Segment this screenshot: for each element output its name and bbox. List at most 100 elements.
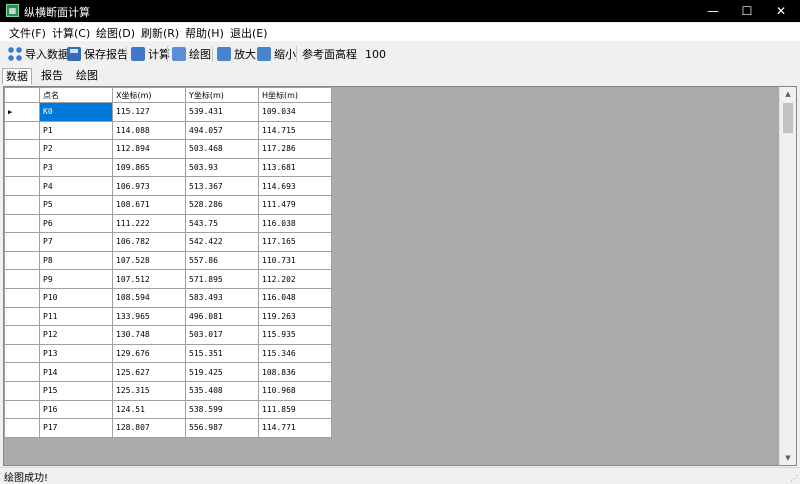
cell-point-name[interactable]: P5 [39, 194, 113, 215]
menu-compute[interactable]: 计算(C) [52, 25, 90, 41]
tab-data[interactable]: 数据 [2, 68, 32, 84]
cell-y[interactable]: 496.081 [185, 306, 259, 327]
column-header-h[interactable]: H坐标(m) [258, 87, 332, 103]
cell-point-name[interactable]: P9 [39, 269, 113, 289]
row-header[interactable]: ▶ [4, 102, 40, 122]
import-data-button[interactable]: 导入数据 [8, 44, 69, 64]
cell-y[interactable]: 503.93 [185, 157, 259, 178]
resize-grip-icon[interactable]: ⋰ [790, 474, 798, 483]
cell-y[interactable]: 542.422 [185, 232, 259, 252]
cell-h[interactable]: 114.715 [258, 120, 332, 141]
table-row[interactable]: P10 108.594 583.493 116.048 [4, 287, 332, 308]
cell-point-name[interactable]: P16 [39, 399, 113, 420]
row-header[interactable] [4, 343, 40, 364]
menu-refresh[interactable]: 刷新(R) [141, 25, 179, 41]
cell-point-name[interactable]: P14 [39, 362, 113, 382]
scrollbar-thumb[interactable] [783, 103, 793, 133]
cell-h[interactable]: 110.968 [258, 380, 332, 401]
row-header[interactable] [4, 157, 40, 178]
cell-y[interactable]: 583.493 [185, 287, 259, 308]
table-row[interactable]: P2 112.894 503.468 117.286 [4, 139, 332, 159]
cell-x[interactable]: 130.748 [112, 325, 186, 345]
row-header[interactable] [4, 194, 40, 215]
data-grid[interactable]: 点名 X坐标(m) Y坐标(m) H坐标(m) ▶ K0 115.127 539.43… [3, 86, 797, 466]
table-row[interactable]: P8 107.528 557.86 110.731 [4, 250, 332, 271]
table-row[interactable]: P4 106.973 513.367 114.693 [4, 176, 332, 196]
column-header-point-name[interactable]: 点名 [39, 87, 113, 103]
cell-h[interactable]: 116.048 [258, 287, 332, 308]
table-row[interactable]: P11 133.965 496.081 119.263 [4, 306, 332, 327]
cell-h[interactable]: 116.038 [258, 213, 332, 234]
cell-point-name[interactable]: P15 [39, 380, 113, 401]
row-header[interactable] [4, 362, 40, 382]
cell-h[interactable]: 112.202 [258, 269, 332, 289]
cell-x[interactable]: 111.222 [112, 213, 186, 234]
close-button[interactable]: ✕ [758, 0, 800, 22]
cell-x[interactable]: 107.512 [112, 269, 186, 289]
cell-point-name[interactable]: P6 [39, 213, 113, 234]
cell-h[interactable]: 110.731 [258, 250, 332, 271]
cell-point-name[interactable]: P4 [39, 176, 113, 196]
cell-y[interactable]: 513.367 [185, 176, 259, 196]
table-row[interactable]: P5 108.671 528.286 111.479 [4, 194, 332, 215]
zoom-in-button[interactable]: 放大 [217, 44, 256, 64]
cell-y[interactable]: 494.057 [185, 120, 259, 141]
row-header[interactable] [4, 269, 40, 289]
vertical-scrollbar[interactable]: ▲ ▼ [779, 87, 796, 465]
cell-y[interactable]: 503.017 [185, 325, 259, 345]
tab-drawing[interactable]: 绘图 [73, 68, 101, 83]
row-header[interactable] [4, 380, 40, 401]
column-header-x[interactable]: X坐标(m) [112, 87, 186, 103]
cell-h[interactable]: 117.165 [258, 232, 332, 252]
cell-x[interactable]: 106.973 [112, 176, 186, 196]
cell-y[interactable]: 528.286 [185, 194, 259, 215]
cell-point-name[interactable]: P13 [39, 343, 113, 364]
cell-x[interactable]: 106.782 [112, 232, 186, 252]
cell-y[interactable]: 539.431 [185, 102, 259, 122]
cell-y[interactable]: 543.75 [185, 213, 259, 234]
cell-x[interactable]: 109.865 [112, 157, 186, 178]
menu-help[interactable]: 帮助(H) [185, 25, 224, 41]
cell-h[interactable]: 111.859 [258, 399, 332, 420]
table-row[interactable]: P12 130.748 503.017 115.935 [4, 325, 332, 345]
table-row[interactable]: P7 106.782 542.422 117.165 [4, 232, 332, 252]
table-row[interactable]: P14 125.627 519.425 108.836 [4, 362, 332, 382]
cell-y[interactable]: 535.408 [185, 380, 259, 401]
cell-h[interactable]: 119.263 [258, 306, 332, 327]
row-header[interactable] [4, 176, 40, 196]
cell-point-name[interactable]: P7 [39, 232, 113, 252]
cell-h[interactable]: 111.479 [258, 194, 332, 215]
cell-h[interactable]: 114.693 [258, 176, 332, 196]
column-header-y[interactable]: Y坐标(m) [185, 87, 259, 103]
row-header[interactable] [4, 250, 40, 271]
cell-h[interactable]: 114.771 [258, 418, 332, 438]
cell-x[interactable]: 125.315 [112, 380, 186, 401]
row-header[interactable] [4, 232, 40, 252]
cell-h[interactable]: 108.836 [258, 362, 332, 382]
menu-exit[interactable]: 退出(E) [230, 25, 268, 41]
table-row[interactable]: P9 107.512 571.895 112.202 [4, 269, 332, 289]
draw-button[interactable]: 绘图 [172, 44, 211, 64]
cell-x[interactable]: 124.51 [112, 399, 186, 420]
cell-h[interactable]: 115.346 [258, 343, 332, 364]
save-report-button[interactable]: 保存报告 [67, 44, 128, 64]
cell-point-name[interactable]: P12 [39, 325, 113, 345]
cell-h[interactable]: 117.286 [258, 139, 332, 159]
menu-file[interactable]: 文件(F) [9, 25, 46, 41]
cell-x[interactable]: 108.594 [112, 287, 186, 308]
cell-point-name[interactable]: P17 [39, 418, 113, 438]
cell-point-name[interactable]: P11 [39, 306, 113, 327]
cell-x[interactable]: 112.894 [112, 139, 186, 159]
cell-x[interactable]: 129.676 [112, 343, 186, 364]
scroll-down-arrow-icon[interactable]: ▼ [780, 451, 796, 465]
calculate-button[interactable]: 计算 [131, 44, 170, 64]
cell-y[interactable]: 538.599 [185, 399, 259, 420]
zoom-out-button[interactable]: 缩小 [257, 44, 296, 64]
cell-x[interactable]: 115.127 [112, 102, 186, 122]
table-row[interactable]: ▶ K0 115.127 539.431 109.034 [4, 102, 332, 122]
table-row[interactable]: P1 114.088 494.057 114.715 [4, 120, 332, 141]
cell-point-name[interactable]: K0 [39, 102, 113, 122]
cell-point-name[interactable]: P8 [39, 250, 113, 271]
cell-y[interactable]: 519.425 [185, 362, 259, 382]
cell-y[interactable]: 557.86 [185, 250, 259, 271]
